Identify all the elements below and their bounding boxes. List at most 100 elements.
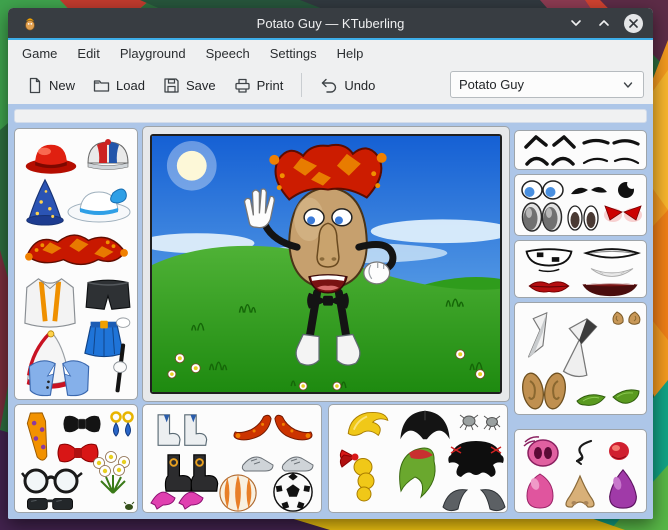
playground-selector[interactable]: Potato Guy <box>450 71 644 98</box>
beanie-cap[interactable] <box>85 137 131 173</box>
mouths-panel <box>514 240 647 298</box>
playground-canvas-frame <box>142 126 510 402</box>
spotted-tie[interactable] <box>19 409 57 465</box>
folder-open-icon <box>93 77 110 94</box>
black-pigtails[interactable] <box>445 437 507 479</box>
eyes-panel <box>514 174 647 236</box>
squint-eyes[interactable] <box>569 181 609 199</box>
app-window: Potato Guy — KTuberling Game Edit Playgr… <box>8 8 653 519</box>
floppy-disk-icon <box>163 77 180 94</box>
purple-nose[interactable] <box>605 468 641 510</box>
close-icon <box>628 18 639 29</box>
grin-mouth[interactable] <box>521 245 577 273</box>
minimize-icon[interactable] <box>568 15 584 31</box>
subtle-smile-mouth[interactable] <box>585 265 639 279</box>
jester-hat[interactable] <box>19 225 133 275</box>
desktop: Potato Guy — KTuberling Game Edit Playgr… <box>0 0 668 530</box>
fly[interactable] <box>123 501 135 511</box>
red-hat[interactable] <box>23 137 79 175</box>
printer-icon <box>234 77 251 94</box>
flower-bouquet[interactable] <box>91 447 135 495</box>
print-label: Print <box>257 78 284 93</box>
large-ears[interactable] <box>521 369 567 413</box>
tan-nose[interactable] <box>561 474 599 510</box>
long-nose-worn[interactable] <box>317 223 339 267</box>
soccer-ball[interactable] <box>271 471 315 513</box>
blonde-hair[interactable] <box>343 409 393 441</box>
menu-speech[interactable]: Speech <box>206 46 250 61</box>
black-shorts[interactable] <box>83 275 133 313</box>
close-button[interactable] <box>624 14 643 33</box>
secondary-toolbar <box>14 109 647 123</box>
red-ball-nose[interactable] <box>607 440 631 462</box>
elf-ears[interactable] <box>575 383 641 411</box>
wink-eye[interactable] <box>615 179 639 199</box>
black-cane[interactable] <box>111 339 131 397</box>
playground-canvas[interactable] <box>150 134 502 394</box>
open-smile-mouth[interactable] <box>577 281 643 297</box>
main-content <box>8 104 653 519</box>
save-label: Save <box>186 78 216 93</box>
sunglasses[interactable] <box>21 495 79 513</box>
angular-nose-small[interactable] <box>523 309 557 363</box>
undo-arrow-icon <box>320 76 338 94</box>
menu-game[interactable]: Game <box>22 46 57 61</box>
red-lips[interactable] <box>523 277 575 295</box>
gray-oval-eyes[interactable] <box>521 201 563 233</box>
curly-tail[interactable] <box>569 438 597 468</box>
earrings[interactable] <box>109 409 135 445</box>
sun-hat[interactable] <box>65 181 133 225</box>
pink-heels[interactable] <box>149 485 205 511</box>
titlebar[interactable]: Potato Guy — KTuberling <box>8 8 653 38</box>
white-shirt[interactable] <box>19 273 81 329</box>
beach-ball[interactable] <box>217 473 259 513</box>
black-bow-tie[interactable] <box>59 411 105 437</box>
menubar: Game Edit Playground Speech Settings Hel… <box>8 40 653 66</box>
window-title: Potato Guy — KTuberling <box>8 16 653 31</box>
toolbar-separator <box>301 73 302 97</box>
gray-spiders[interactable] <box>459 411 503 431</box>
braid-with-bow[interactable] <box>335 447 381 503</box>
save-button[interactable]: Save <box>154 73 225 98</box>
blue-jacket[interactable] <box>23 355 95 399</box>
wardrobe-panel <box>14 128 138 400</box>
menu-settings[interactable]: Settings <box>270 46 317 61</box>
flat-eyebrows[interactable] <box>581 134 641 150</box>
wizard-hat[interactable] <box>23 177 67 227</box>
playground-selected-value: Potato Guy <box>459 77 524 92</box>
maximize-icon[interactable] <box>596 15 612 31</box>
undo-button[interactable]: Undo <box>311 72 384 98</box>
noses-ears-panel <box>514 302 647 415</box>
new-button[interactable]: New <box>17 73 84 98</box>
angry-red-eyes[interactable] <box>603 201 643 227</box>
new-label: New <box>49 78 75 93</box>
pig-noses-panel <box>514 429 647 513</box>
toolbar: New Load Save <box>8 66 653 104</box>
shoes-panel <box>142 404 322 513</box>
blue-eyes[interactable] <box>521 179 565 201</box>
new-document-icon <box>26 77 43 94</box>
menu-playground[interactable]: Playground <box>120 46 186 61</box>
dark-oval-eyes[interactable] <box>565 203 601 233</box>
sun <box>167 141 217 191</box>
thin-eyebrows[interactable] <box>581 151 641 167</box>
gray-mustache[interactable] <box>441 481 507 513</box>
wide-smile-mouth[interactable] <box>581 245 643 263</box>
print-button[interactable]: Print <box>225 73 293 98</box>
arched-eyebrows[interactable] <box>523 151 577 167</box>
round-glasses[interactable] <box>21 465 83 495</box>
menu-edit[interactable]: Edit <box>77 46 99 61</box>
jester-shoes[interactable] <box>229 413 317 447</box>
small-ears[interactable] <box>609 309 643 327</box>
load-label: Load <box>116 78 145 93</box>
angled-eyebrows[interactable] <box>523 134 577 150</box>
eyebrows-panel <box>514 130 647 170</box>
app-icon <box>22 15 38 31</box>
load-button[interactable]: Load <box>84 73 154 98</box>
white-boots[interactable] <box>151 411 209 451</box>
menu-help[interactable]: Help <box>337 46 364 61</box>
pink-egg-nose[interactable] <box>523 472 557 510</box>
green-punk-hair[interactable] <box>393 443 441 501</box>
pig-snout[interactable] <box>521 434 561 468</box>
accessories-panel <box>14 404 138 513</box>
